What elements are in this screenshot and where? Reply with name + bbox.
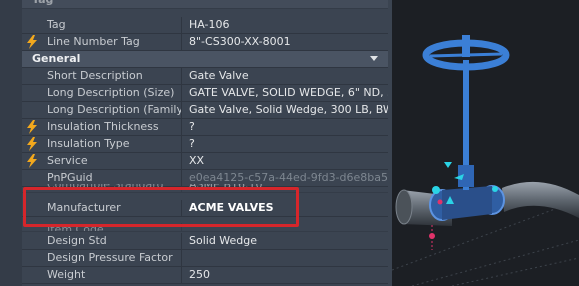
property-value[interactable]: 8"-CS300-XX-8001 (182, 34, 388, 50)
property-value[interactable]: XX (182, 153, 388, 169)
property-row-design-pressure-factor[interactable]: Design Pressure Factor (22, 250, 388, 267)
chevron-down-icon[interactable] (370, 56, 378, 61)
property-row-short-description[interactable]: Short Description Gate Valve (22, 68, 388, 85)
section-label-tag: Tag (32, 0, 53, 8)
property-name: Service (22, 153, 182, 169)
property-value[interactable]: Gate Valve, Solid Wedge, 300 LB, BW,... (182, 102, 388, 118)
property-row-long-description-size[interactable]: Long Description (Size) GATE VALVE, SOLI… (22, 85, 388, 102)
property-row-service[interactable]: Service XX (22, 153, 388, 170)
property-name: Insulation Thickness (22, 119, 182, 135)
grip-triangle-icon[interactable] (444, 162, 452, 168)
property-value[interactable]: Solid Wedge (182, 233, 388, 249)
manufacturer-highlight-box (23, 187, 299, 227)
property-name: Long Description (Family) (22, 102, 182, 118)
valve-model-3d (391, 35, 579, 286)
model-viewport[interactable] (391, 0, 579, 286)
property-name: Design Std (22, 233, 182, 249)
palette-side-strip (0, 0, 22, 286)
property-row-weight[interactable]: Weight 250 (22, 267, 388, 284)
handwheel-spoke (429, 52, 503, 58)
property-row-long-description-family[interactable]: Long Description (Family) Gate Valve, So… (22, 102, 388, 119)
property-value[interactable]: 250 (182, 267, 388, 283)
property-row-insulation-thickness[interactable]: Insulation Thickness ? (22, 119, 388, 136)
property-value[interactable]: HA-106 (182, 17, 388, 33)
property-row-tag[interactable]: Tag HA-106 (22, 17, 388, 34)
section-label-general: General (32, 52, 81, 65)
property-row-line-number-tag[interactable]: Line Number Tag 8"-CS300-XX-8001 (22, 34, 388, 51)
pipe-right (502, 181, 579, 218)
property-name: Insulation Type (22, 136, 182, 152)
property-value[interactable]: ? (182, 136, 388, 152)
property-row-insulation-type[interactable]: Insulation Type ? (22, 136, 388, 153)
section-header-tag[interactable]: Tag (22, 0, 388, 9)
property-name: Line Number Tag (22, 34, 182, 50)
properties-panel: Tag Tag HA-106 Line Number Tag 8"-CS300-… (0, 0, 392, 286)
connection-point-icon[interactable] (437, 199, 443, 205)
property-value[interactable]: ? (182, 119, 388, 135)
grip-point-icon[interactable] (432, 186, 440, 194)
property-name: Weight (22, 267, 182, 283)
section-header-general[interactable]: General (22, 51, 388, 68)
property-value[interactable]: GATE VALVE, SOLID WEDGE, 6" ND, 30... (182, 85, 388, 101)
property-name: Long Description (Size) (22, 85, 182, 101)
property-name: Short Description (22, 68, 182, 84)
grip-point-icon[interactable] (492, 186, 498, 192)
flange-left (395, 189, 413, 225)
property-row-design-std[interactable]: Design Std Solid Wedge (22, 233, 388, 250)
property-value[interactable] (182, 250, 388, 266)
property-name: Design Pressure Factor (22, 250, 182, 266)
property-name: Tag (22, 17, 182, 33)
property-value[interactable]: Gate Valve (182, 68, 388, 84)
